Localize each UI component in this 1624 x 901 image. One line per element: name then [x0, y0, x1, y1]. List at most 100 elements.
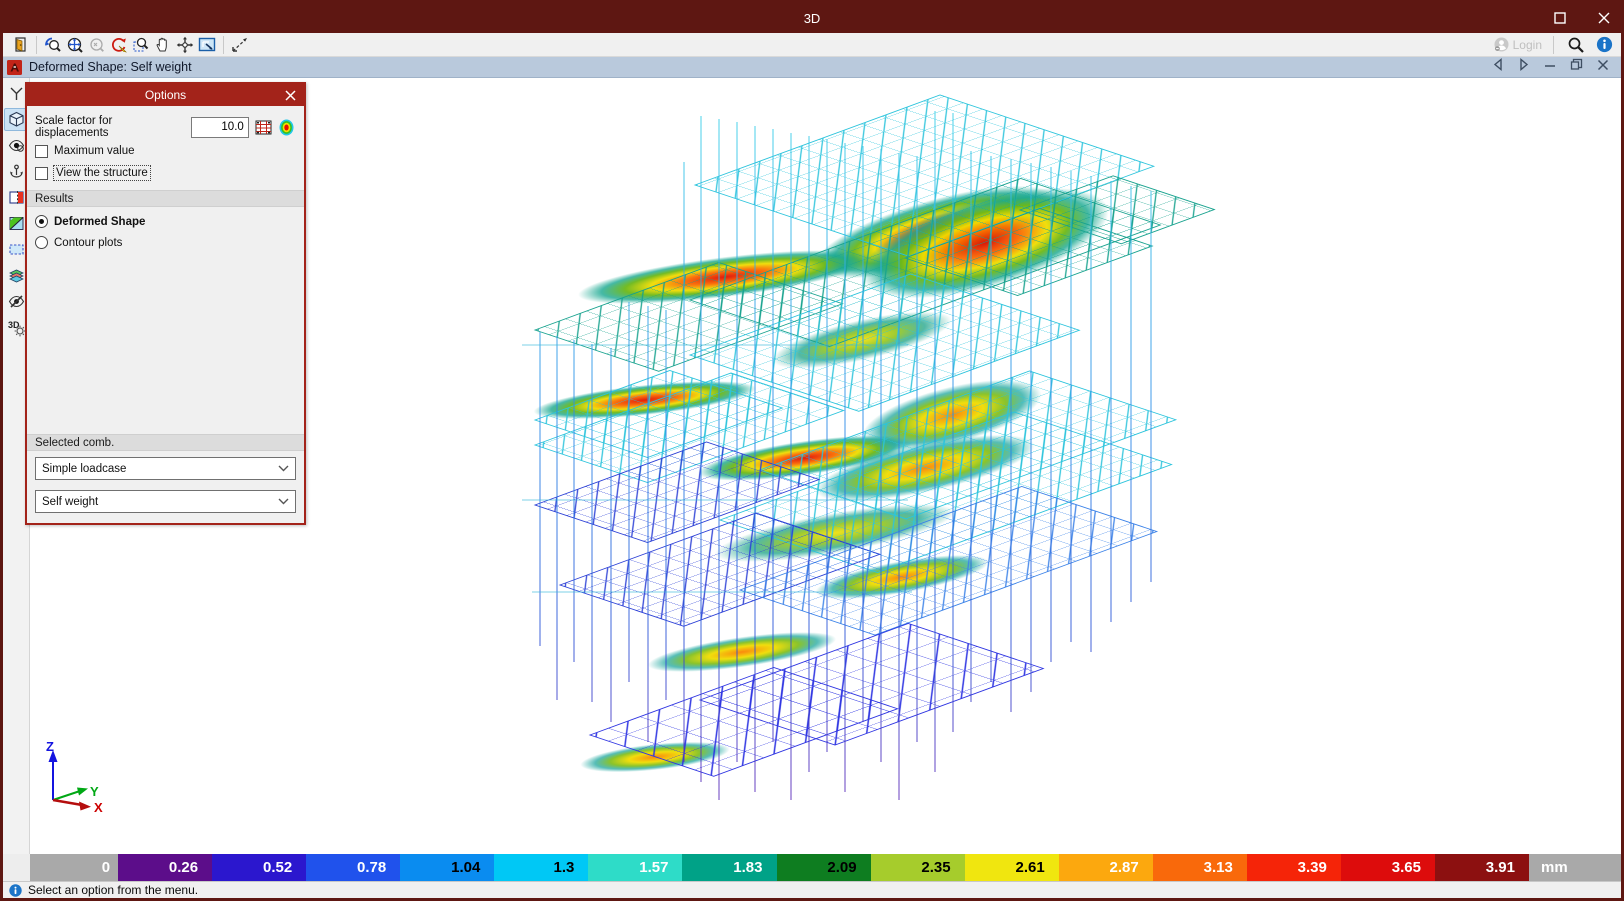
orbit-button[interactable] [174, 35, 196, 55]
view-structure-label[interactable]: View the structure [53, 165, 151, 181]
nav-previous-icon [1493, 58, 1502, 71]
nav-previous-button[interactable] [1492, 58, 1504, 76]
search-button[interactable] [1565, 35, 1587, 55]
login-button[interactable]: Login [1494, 37, 1542, 52]
contour-plots-radio[interactable] [35, 236, 48, 249]
deformed-shape-label[interactable]: Deformed Shape [54, 216, 145, 228]
minimize-icon [1545, 65, 1555, 67]
zoom-previous-button[interactable] [42, 35, 64, 55]
exit-button[interactable] [9, 35, 31, 55]
axis-triad: Z Y X [46, 739, 103, 815]
zoom-previous-icon [45, 37, 61, 52]
y-axis-arrow [77, 787, 88, 796]
close-button[interactable] [1597, 11, 1611, 25]
colorbar-label: 1.83 [733, 859, 763, 876]
zoom-extents-icon [67, 37, 83, 53]
zoom-window-button[interactable] [130, 35, 152, 55]
loadcase-type-select[interactable]: Simple loadcase [35, 457, 296, 480]
status-info-icon [9, 883, 22, 897]
colorbar-segment: 3.65 [1340, 854, 1435, 881]
orbit-anchor-icon [9, 164, 23, 178]
colorbar-label: 0 [101, 859, 111, 876]
status-bar: Select an option from the menu. [3, 881, 1621, 898]
doc-restore-button[interactable] [1570, 58, 1583, 76]
selected-comb-header: Selected comb. [27, 434, 304, 451]
status-message: Select an option from the menu. [28, 883, 199, 897]
loadcase-select[interactable]: Self weight [35, 490, 296, 513]
colorbar-segment: 0.78 [306, 854, 401, 881]
colorbar-segment: 2.61 [964, 854, 1059, 881]
fit-screen-icon [198, 37, 216, 51]
options-panel: Options Scale factor for displacements 1… [25, 82, 306, 525]
options-panel-title: Options [144, 88, 187, 102]
info-button[interactable] [1593, 35, 1615, 55]
x-axis-label: X [94, 800, 103, 815]
scale-factor-label: Scale factor for displacements [35, 115, 113, 139]
colorbar-segment: 1.57 [588, 854, 683, 881]
document-title: Deformed Shape: Self weight [29, 60, 192, 74]
panel-spacer [27, 253, 304, 428]
doc-minimize-button[interactable] [1544, 58, 1556, 76]
colorbar-label: 0.78 [357, 859, 387, 876]
section-plane-icon [8, 191, 24, 204]
loadcase-type-value: Simple loadcase [42, 462, 127, 475]
loadcase-value: Self weight [42, 495, 99, 508]
zoom-extents-button[interactable] [64, 35, 86, 55]
floor-slab-meshes [533, 94, 1216, 777]
colorbar-segment: 2.09 [776, 854, 871, 881]
contour-plots-label[interactable]: Contour plots [54, 237, 122, 249]
deformed-shape-radio[interactable] [35, 215, 48, 228]
3d-settings-icon: 3D [8, 320, 25, 337]
pan-button[interactable] [152, 35, 174, 55]
user-login-icon [1494, 37, 1509, 52]
pan-hand-icon [155, 37, 167, 52]
node-branch-icon [10, 87, 22, 100]
animate-button[interactable] [254, 118, 273, 137]
toolbar-separator [36, 35, 37, 54]
colorbar-label: 2.61 [1015, 859, 1045, 876]
orbit-move-icon [176, 36, 194, 53]
maximize-button[interactable] [1553, 11, 1567, 25]
view-structure-checkbox-row[interactable]: View the structure [27, 162, 304, 184]
maximum-value-checkbox[interactable] [35, 144, 48, 158]
colorbar-segment: 3.91 [1434, 854, 1529, 881]
colorbar-label: 0.52 [262, 859, 293, 876]
viewport-area: Z Y X 3D Options Scale factor for displa… [3, 78, 1621, 854]
deformed-shape-radio-row[interactable]: Deformed Shape [27, 211, 304, 232]
contour-legend-button[interactable] [277, 118, 296, 137]
colorbar-segment: 0.52 [212, 854, 307, 881]
zoom-x2-button[interactable] [86, 35, 108, 55]
colorbar-segment: 2.35 [870, 854, 965, 881]
search-icon [1568, 37, 1584, 53]
contour-plots-radio-row[interactable]: Contour plots [27, 232, 304, 253]
zoom-x2-icon [90, 37, 104, 52]
measure-axes-button[interactable] [229, 35, 251, 55]
chevron-down-icon [278, 498, 289, 505]
view-structure-checkbox[interactable] [35, 166, 48, 180]
colorbar-label: 2.35 [921, 859, 951, 876]
colorbar-segment: 1.83 [682, 854, 777, 881]
layers-icon [8, 269, 24, 283]
maximum-value-label[interactable]: Maximum value [54, 145, 135, 157]
redraw-button[interactable] [108, 35, 130, 55]
contour-rings-icon [279, 119, 294, 135]
options-close-button[interactable] [282, 87, 298, 103]
colorbar-label: 3.65 [1391, 859, 1421, 876]
login-label: Login [1512, 37, 1542, 52]
colorbar-segment: 0.26 [118, 854, 213, 881]
maximum-value-checkbox-row[interactable]: Maximum value [27, 140, 304, 162]
nav-next-button[interactable] [1518, 58, 1530, 76]
info-icon [1596, 36, 1612, 53]
redraw-icon [112, 37, 127, 53]
fit-screen-button[interactable] [196, 35, 218, 55]
options-panel-titlebar[interactable]: Options [27, 84, 304, 106]
restore-icon [1570, 58, 1583, 70]
doc-close-button[interactable] [1597, 58, 1609, 76]
nav-next-icon [1520, 58, 1529, 71]
eye-view-icon [8, 139, 24, 152]
app-window: 3D Login Deformed Shape: Self weight Z Y… [0, 0, 1624, 901]
dashed-rect-icon [8, 244, 24, 255]
scale-factor-input[interactable] [190, 116, 249, 138]
toolbar-separator [223, 35, 224, 54]
split-render-icon [9, 217, 23, 230]
